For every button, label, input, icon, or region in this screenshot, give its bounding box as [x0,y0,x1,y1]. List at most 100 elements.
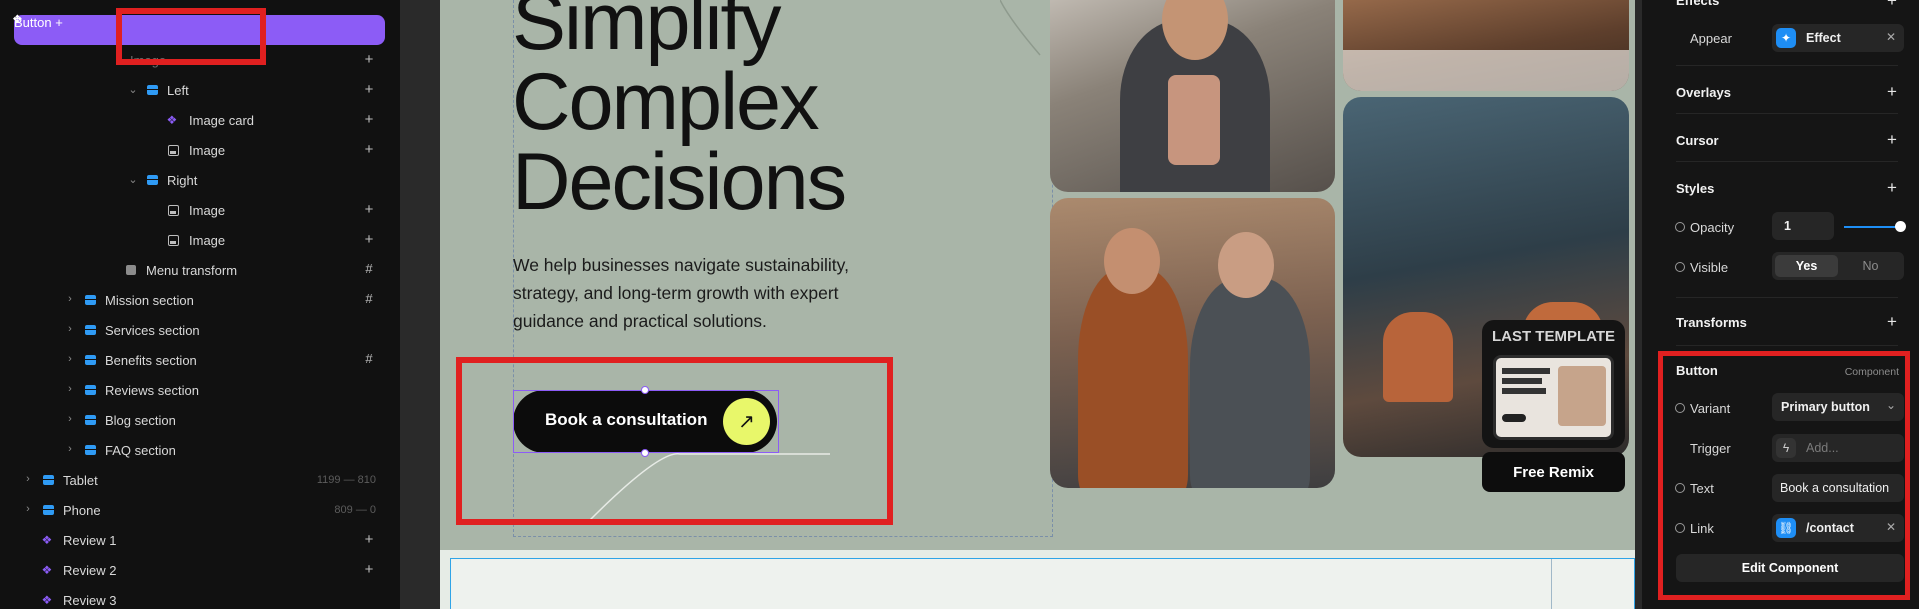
layer-label: Right [167,173,198,188]
layer-image[interactable]: Image + [0,135,400,165]
chevron-right-icon[interactable]: › [65,293,75,305]
chevron-right-icon[interactable]: › [65,383,75,395]
layer-left[interactable]: ⌄ Left + [0,75,400,105]
chevron-down-icon[interactable]: ⌄ [128,83,138,96]
highlight-box [1658,351,1910,600]
last-template-badge[interactable]: LAST TEMPLATE [1482,320,1625,448]
chevron-right-icon[interactable]: › [23,473,33,485]
styles-title: Styles [1676,181,1715,196]
hero-subtext[interactable]: We help businesses navigate sustainabili… [513,251,873,335]
layer-blog-section[interactable]: › Blog section [0,405,400,435]
visible-no-option[interactable]: No [1840,255,1901,277]
layer-phone[interactable]: › Phone 809 — 0 [0,495,400,525]
effects-title: Effects [1676,0,1720,8]
hash-icon[interactable]: # [362,291,376,306]
next-section-frame[interactable] [450,558,1635,609]
appear-effect-field[interactable]: ✦ Effect ✕ [1772,24,1904,52]
visible-yes-option[interactable]: Yes [1775,255,1838,277]
layer-faq-section[interactable]: › FAQ section [0,435,400,465]
opacity-label: Opacity [1690,220,1735,235]
layer-reviews-section[interactable]: › Reviews section [0,375,400,405]
add-icon[interactable]: + [1885,312,1899,332]
hash-icon[interactable]: # [362,261,376,276]
layer-review-1[interactable]: Review 1 + [0,525,400,555]
layer-label: Benefits section [105,353,197,368]
add-icon[interactable]: + [362,51,376,68]
layers-panel: Button + Image + ⌄ Left + Image card + I… [0,0,400,609]
image-icon [167,234,179,246]
add-icon[interactable]: + [362,81,376,98]
template-thumbnail [1493,355,1614,440]
headline-line: Complex [512,57,820,147]
image-icon [167,144,179,156]
layer-image[interactable]: Image + [0,195,400,225]
layer-tablet[interactable]: › Tablet 1199 — 810 [0,465,400,495]
add-icon[interactable]: + [55,15,63,30]
chevron-right-icon[interactable]: › [23,503,33,515]
visible-toggle[interactable]: Yes No [1772,252,1904,280]
free-remix-button[interactable]: Free Remix [1482,452,1625,492]
layer-image[interactable]: Image + [0,225,400,255]
layer-image-card[interactable]: Image card + [0,105,400,135]
add-icon[interactable]: + [362,201,376,218]
add-icon[interactable]: + [1885,82,1899,102]
opacity-slider-thumb[interactable] [1895,221,1906,232]
sparkle-icon: ✦ [1776,28,1796,48]
frame-icon [146,84,158,96]
layer-review-3[interactable]: Review 3 [0,585,400,609]
divider [1676,297,1898,298]
highlight-box [116,8,266,65]
chevron-right-icon[interactable]: › [65,323,75,335]
layer-label: Tablet [63,473,98,488]
component-icon [42,532,54,548]
layer-label: Menu transform [146,263,238,278]
divider [1676,345,1898,346]
frame-icon [84,414,96,426]
frame-icon [146,174,158,186]
frame-icon [42,504,54,516]
layer-label: Image [189,233,226,248]
component-icon [167,112,179,128]
chevron-right-icon[interactable]: › [65,413,75,425]
image-icon [167,204,179,216]
layer-label: Mission section [105,293,194,308]
layer-review-2[interactable]: Review 2 + [0,555,400,585]
layer-label: Image card [189,113,255,128]
add-icon[interactable]: + [1885,130,1899,150]
layer-menu-transform[interactable]: Menu transform # [0,255,400,285]
design-canvas[interactable]: Simplify Complex Decisions We help busin… [400,0,1642,609]
app-root: Button + Image + ⌄ Left + Image card + I… [0,0,1919,609]
photo-businesswoman[interactable] [1050,0,1335,192]
add-icon[interactable]: + [362,111,376,128]
opacity-slider-track[interactable] [1844,226,1902,228]
divider [1676,65,1898,66]
layer-benefits-section[interactable]: › Benefits section # [0,345,400,375]
layer-services-section[interactable]: › Services section [0,315,400,345]
add-icon[interactable]: + [1885,178,1899,198]
photo-meeting-table[interactable] [1343,0,1629,91]
add-icon[interactable]: + [362,141,376,158]
photo-two-businessmen[interactable] [1050,198,1335,488]
add-icon[interactable]: + [362,531,376,548]
layer-mission-section[interactable]: › Mission section # [0,285,400,315]
last-template-label: LAST TEMPLATE [1491,328,1616,345]
chevron-right-icon[interactable]: › [65,353,75,365]
layer-right[interactable]: ⌄ Right [0,165,400,195]
layer-label: Reviews section [105,383,199,398]
add-icon[interactable]: + [362,231,376,248]
highlight-box [456,357,893,525]
opacity-input[interactable]: 1 [1772,212,1834,240]
headline-line: Simplify [512,0,782,67]
add-icon[interactable]: + [1885,0,1899,11]
close-icon[interactable]: ✕ [1886,30,1896,44]
divider [1676,113,1898,114]
chevron-right-icon[interactable]: › [65,443,75,455]
opacity-value: 1 [1784,219,1791,233]
hash-icon[interactable]: # [362,351,376,366]
chevron-down-icon[interactable]: ⌄ [128,173,138,186]
layer-label: Phone [63,503,101,518]
visible-label: Visible [1690,260,1729,275]
hero-headline[interactable]: Simplify Complex Decisions [512,0,847,223]
add-icon[interactable]: + [362,561,376,578]
layer-label: FAQ section [105,443,176,458]
